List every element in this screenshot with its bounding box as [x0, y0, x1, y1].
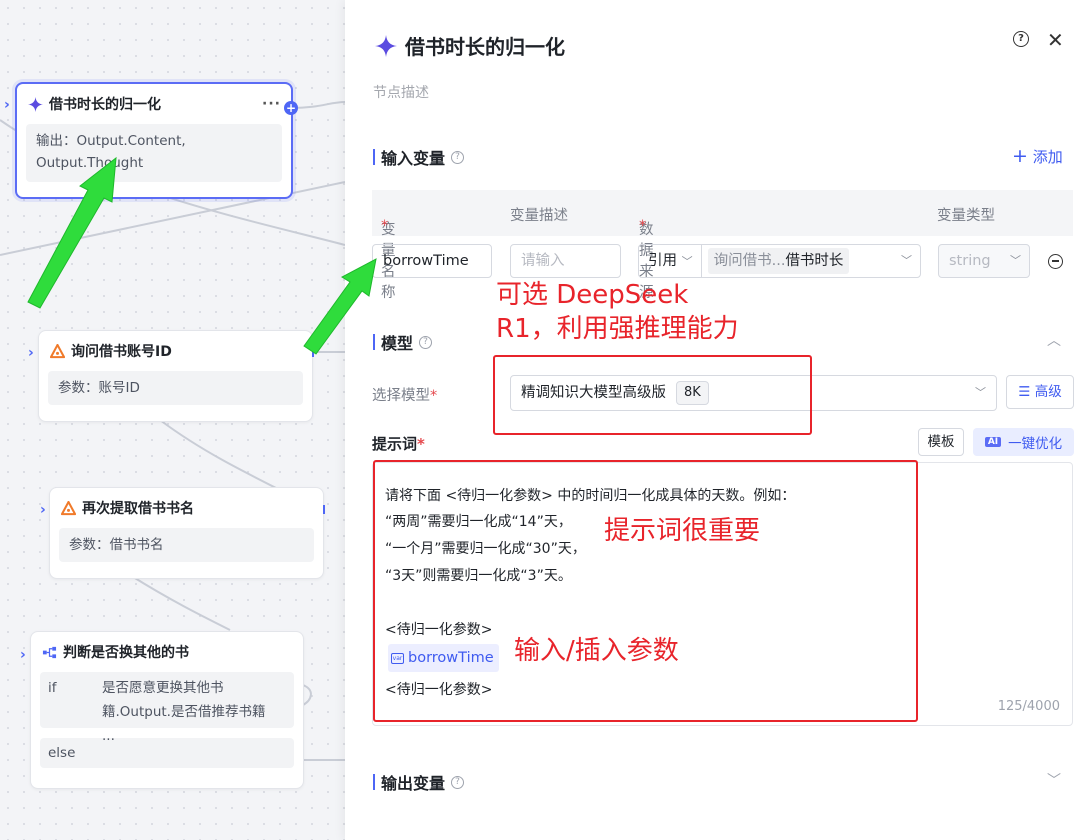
green-arrow-icon: [303, 258, 377, 355]
green-arrow-icon: [27, 156, 117, 309]
annotation-arrows: [27, 156, 377, 355]
